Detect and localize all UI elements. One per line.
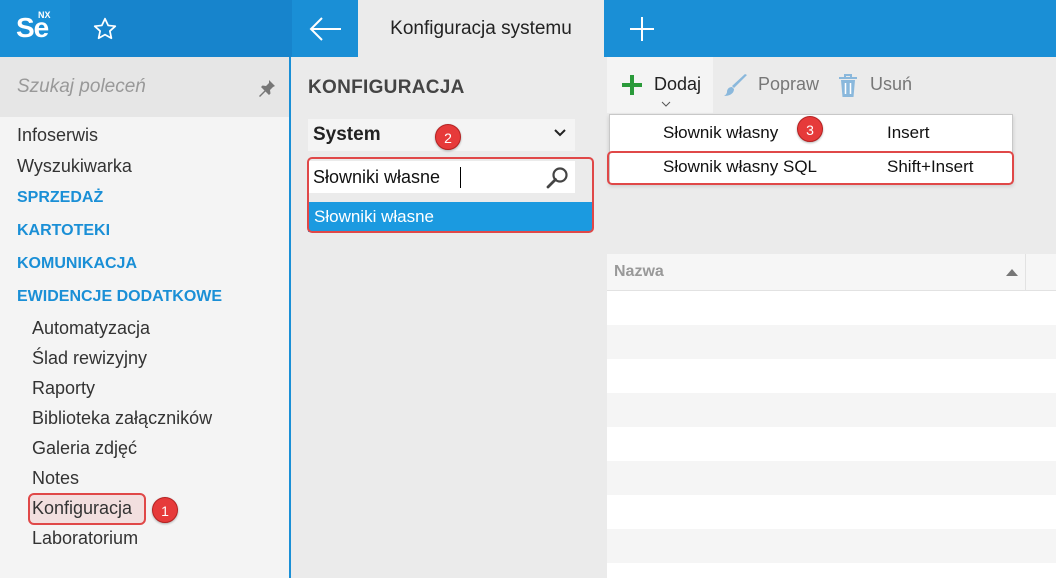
data-grid: Nazwa [607, 254, 1056, 578]
menu-item-shortcut: Insert [887, 123, 930, 142]
table-row[interactable] [607, 461, 1056, 495]
nav-section-ewidencje-dodatkowe[interactable]: EWIDENCJE DODATKOWE [17, 288, 222, 306]
sort-ascending-icon[interactable] [1006, 268, 1018, 276]
table-row[interactable] [607, 359, 1056, 393]
command-search-placeholder: Szukaj poleceń [17, 76, 146, 97]
plus-icon [630, 17, 654, 41]
nav-section-sprzedaz[interactable]: SPRZEDAŻ [17, 189, 103, 207]
annotation-badge-2: 2 [435, 124, 461, 150]
chevron-down-icon [661, 101, 671, 107]
table-row[interactable] [607, 291, 1056, 325]
nav-subitem-konfiguracja[interactable]: Konfiguracja [32, 498, 132, 519]
nav-subitem-laboratorium[interactable]: Laboratorium [32, 528, 138, 549]
annotation-badge-3: 3 [797, 116, 823, 142]
add-button[interactable]: Dodaj [607, 57, 713, 113]
annotation-badge-1: 1 [152, 497, 178, 523]
nav-subitem-notes[interactable]: Notes [32, 468, 79, 489]
new-tab-button[interactable] [604, 0, 680, 57]
edit-button-label: Popraw [758, 74, 820, 94]
nav-section-komunikacja[interactable]: KOMUNIKACJA [17, 255, 137, 273]
table-row[interactable] [607, 529, 1056, 563]
nav-subitem-automatyzacja[interactable]: Automatyzacja [32, 318, 150, 339]
trash-icon [839, 74, 857, 97]
nav-section-kartoteki[interactable]: KARTOTEKI [17, 222, 110, 240]
table-row[interactable] [607, 495, 1056, 529]
panel-title: KONFIGURACJA [308, 77, 465, 98]
chevron-down-icon [554, 129, 566, 137]
menu-item-label: Słownik własny [663, 123, 779, 142]
edit-button[interactable]: Popraw [721, 73, 831, 99]
star-icon [93, 17, 117, 40]
nav-item-wyszukiwarka[interactable]: Wyszukiwarka [17, 156, 132, 177]
nav-subitem-slad-rewizyjny[interactable]: Ślad rewizyjny [32, 348, 147, 369]
column-separator[interactable] [1025, 254, 1026, 290]
command-search-input[interactable]: Szukaj poleceń [0, 57, 289, 117]
nav-subitem-raporty[interactable]: Raporty [32, 378, 95, 399]
annotation-box-2 [307, 157, 594, 233]
system-select-value: System [313, 124, 381, 145]
nav-subitem-biblioteka-zalacznikow[interactable]: Biblioteka załączników [32, 408, 212, 429]
favorites-button[interactable] [70, 0, 292, 57]
arrow-left-icon [309, 17, 341, 41]
plus-icon [622, 75, 642, 95]
table-row[interactable] [607, 393, 1056, 427]
table-row[interactable] [607, 325, 1056, 359]
column-header-nazwa[interactable]: Nazwa [614, 263, 664, 281]
left-navigation: Szukaj poleceń Infoserwis Wyszukiwarka S… [0, 57, 291, 578]
app-logo[interactable]: Se NX [0, 0, 70, 57]
logo-superscript: NX [38, 10, 51, 20]
content-panel: Dodaj Popraw Usuń Słownik własny Insert … [599, 57, 1056, 578]
grid-header: Nazwa [607, 254, 1056, 291]
table-row[interactable] [607, 427, 1056, 461]
back-button[interactable] [292, 0, 358, 57]
delete-button[interactable]: Usuń [837, 73, 927, 99]
add-button-label: Dodaj [654, 74, 702, 94]
annotation-box-3 [607, 151, 1014, 185]
delete-button-label: Usuń [870, 74, 913, 94]
tab-konfiguracja-systemu[interactable]: Konfiguracja systemu [358, 0, 604, 57]
pin-icon[interactable] [258, 79, 276, 97]
nav-item-infoserwis[interactable]: Infoserwis [17, 125, 98, 146]
nav-subitem-galeria-zdjec[interactable]: Galeria zdjęć [32, 438, 137, 459]
brush-icon [724, 74, 747, 96]
configuration-panel: KONFIGURACJA System 2 Słowniki własne Sł… [293, 57, 599, 578]
